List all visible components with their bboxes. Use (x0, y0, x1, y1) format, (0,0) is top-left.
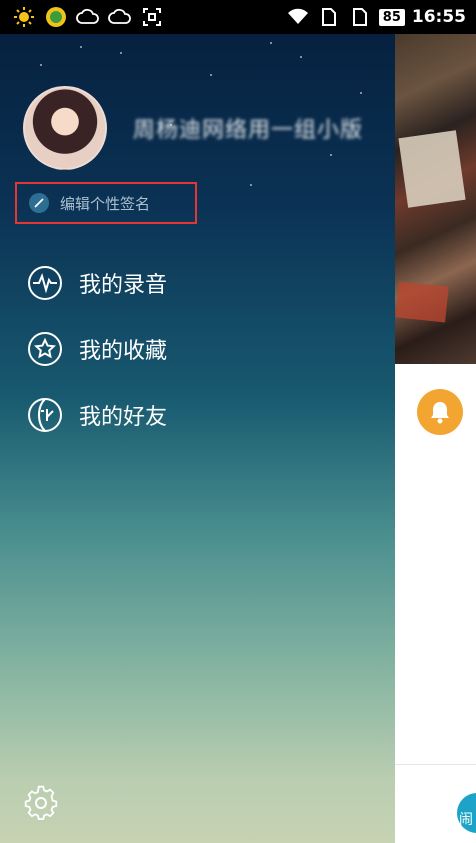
menu-item-label: 我的收藏 (79, 339, 168, 364)
gear-icon[interactable] (22, 783, 60, 821)
banner-photo-detail (398, 130, 466, 208)
edit-signature-label: 编辑个性签名 (60, 194, 151, 213)
navigation-drawer: 周杨迪网络用一组小版 编辑个性签名 我的录音 我的收藏 我的好友 (0, 34, 395, 843)
avatar[interactable] (23, 86, 107, 170)
menu-item-favorites[interactable]: 我的收藏 (27, 316, 167, 382)
screenshot-icon (140, 5, 164, 29)
drawer-menu: 我的录音 我的收藏 我的好友 (27, 250, 167, 448)
wifi-icon (286, 5, 310, 29)
tab-alarm-label: 闹 (459, 812, 473, 828)
star-icon (27, 331, 63, 367)
background-app: 闹 (395, 34, 476, 843)
waveform-icon (27, 265, 63, 301)
profile-header[interactable]: 周杨迪网络用一组小版 (23, 86, 363, 170)
cloud-icon (108, 5, 132, 29)
bell-icon[interactable] (417, 389, 463, 435)
status-right-icons: 85 16:55 (286, 5, 476, 29)
sim-icon (317, 5, 341, 29)
edit-signature-button[interactable]: 编辑个性签名 (15, 182, 197, 224)
status-bar: 85 16:55 (0, 0, 476, 34)
banner-photo (395, 34, 476, 364)
menu-item-friends[interactable]: 我的好友 (27, 382, 167, 448)
menu-item-label: 我的录音 (79, 273, 168, 298)
bottom-tab-bar: 闹 (395, 764, 476, 843)
pencil-icon (29, 193, 49, 213)
banner-photo-detail (395, 281, 449, 323)
app-badge-icon (44, 5, 68, 29)
status-time: 16:55 (411, 7, 466, 27)
battery-level: 85 (378, 8, 405, 26)
menu-item-label: 我的好友 (79, 405, 168, 430)
username: 周杨迪网络用一组小版 (133, 118, 364, 143)
cloud-icon (76, 5, 100, 29)
sim-icon (348, 5, 372, 29)
menu-item-recordings[interactable]: 我的录音 (27, 250, 167, 316)
status-left-icons (0, 5, 164, 29)
sun-icon (12, 5, 36, 29)
tab-alarm[interactable]: 闹 (457, 793, 476, 833)
friends-icon (27, 397, 63, 433)
